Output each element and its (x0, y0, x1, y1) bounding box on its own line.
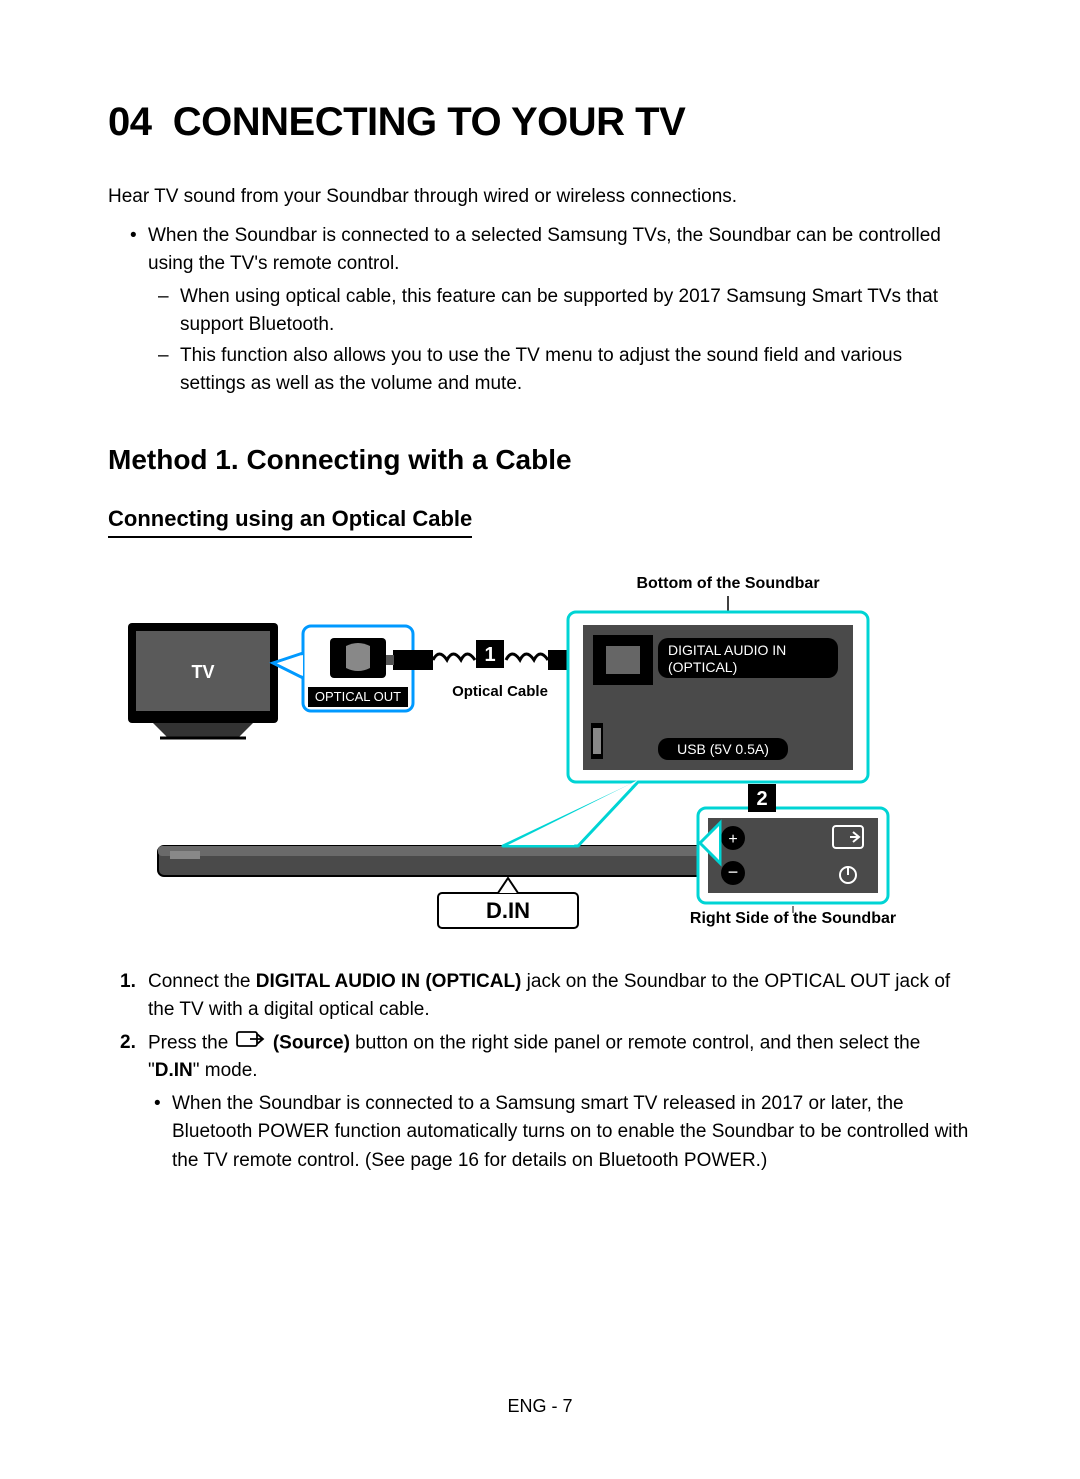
method-heading: Method 1. Connecting with a Cable (108, 444, 972, 476)
section-number: 04 (108, 100, 152, 144)
instruction-steps: Connect the DIGITAL AUDIO IN (OPTICAL) j… (108, 968, 972, 1176)
dash-list: When using optical cable, this feature c… (148, 283, 972, 399)
step-2: Press the (Source) button on the right s… (148, 1029, 972, 1176)
cable-label: Optical Cable (452, 683, 548, 700)
list-item: When the Soundbar is connected to a Sams… (172, 1090, 972, 1176)
digital-in-label-1: DIGITAL AUDIO IN (668, 642, 786, 658)
tv-icon: TV (128, 623, 278, 738)
step2-bold-din: D.IN (155, 1060, 193, 1081)
din-display: D.IN (438, 878, 578, 928)
callout-2: 2 (756, 788, 767, 810)
soundbar-icon (158, 846, 718, 876)
diagram-top-label: Bottom of the Soundbar (636, 575, 819, 592)
connection-diagram: Bottom of the Soundbar TV (108, 568, 972, 938)
intro-text: Hear TV sound from your Soundbar through… (108, 183, 972, 212)
step1-bold: DIGITAL AUDIO IN (OPTICAL) (256, 971, 522, 992)
list-item: This function also allows you to use the… (180, 342, 972, 399)
digital-in-label-2: (OPTICAL) (668, 659, 737, 675)
plus-icon: + (728, 831, 737, 848)
intro-bullets: When the Soundbar is connected to a sele… (108, 222, 972, 399)
section-heading: 04 CONNECTING TO YOUR TV (108, 100, 972, 145)
minus-icon: − (728, 862, 739, 882)
section-title-text: CONNECTING TO YOUR TV (173, 100, 686, 144)
list-item: When the Soundbar is connected to a sele… (148, 222, 972, 399)
optical-out-label: OPTICAL OUT (315, 689, 401, 704)
step2-text-e: " mode. (193, 1060, 258, 1081)
source-icon (236, 1029, 266, 1058)
step2-text-a: Press the (148, 1032, 234, 1053)
page-footer: ENG - 7 (0, 1396, 1080, 1417)
step-1: Connect the DIGITAL AUDIO IN (OPTICAL) j… (148, 968, 972, 1025)
optical-out-callout: OPTICAL OUT (273, 626, 413, 711)
usb-label: USB (5V 0.5A) (677, 741, 769, 757)
sub-heading: Connecting using an Optical Cable (108, 506, 472, 538)
step2-bold-source: (Source) (273, 1032, 350, 1053)
list-item: When using optical cable, this feature c… (180, 283, 972, 340)
callout-1: 1 (484, 644, 495, 666)
step2-sublist: When the Soundbar is connected to a Sams… (148, 1090, 972, 1176)
soundbar-bottom-panel: DIGITAL AUDIO IN (OPTICAL) USB (5V 0.5A) (568, 612, 868, 782)
step1-text-a: Connect the (148, 971, 256, 992)
tv-label: TV (191, 662, 214, 682)
din-label: D.IN (486, 898, 530, 923)
optical-cable-icon: 1 Optical Cable (386, 640, 595, 700)
soundbar-right-panel: + − (678, 808, 888, 903)
bullet-main-text: When the Soundbar is connected to a sele… (148, 225, 941, 275)
